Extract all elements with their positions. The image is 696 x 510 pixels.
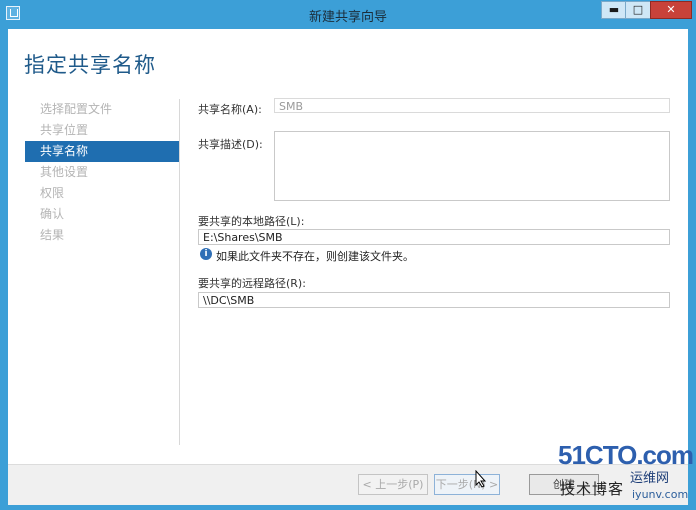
remote-path-label: 要共享的远程路径(R): <box>198 277 306 290</box>
share-description-label: 共享描述(D): <box>198 138 263 151</box>
watermark-logo: 51CTO.com <box>558 440 694 470</box>
site-watermark: 51CTO.com 运维网 技术博客 iyunv.com <box>556 440 696 506</box>
wizard-window: 新建共享向导 ▬ □ ✕ 指定共享名称 选择配置文件 共享位置 共享名称 其他设… <box>0 0 696 510</box>
page-title: 指定共享名称 <box>24 53 156 77</box>
next-button[interactable]: 下一步(N) > <box>434 474 500 495</box>
wizard-content: 指定共享名称 选择配置文件 共享位置 共享名称 其他设置 权限 确认 结果 共享… <box>8 29 688 464</box>
info-icon: i <box>200 248 212 260</box>
step-share-name[interactable]: 共享名称 <box>25 141 179 162</box>
step-results[interactable]: 结果 <box>25 225 179 246</box>
step-confirm[interactable]: 确认 <box>25 204 179 225</box>
folder-create-info: 如果此文件夹不存在，则创建该文件夹。 <box>216 250 414 263</box>
watermark-url: iyunv.com <box>632 488 689 501</box>
close-button[interactable]: ✕ <box>650 1 692 19</box>
maximize-button[interactable]: □ <box>625 1 651 19</box>
previous-button[interactable]: < 上一步(P) <box>358 474 428 495</box>
watermark-subtitle: 技术博客 <box>560 480 625 498</box>
minimize-button[interactable]: ▬ <box>601 1 627 19</box>
window-title: 新建共享向导 <box>308 10 387 25</box>
step-select-profile[interactable]: 选择配置文件 <box>25 99 179 120</box>
local-path-input[interactable]: E:\Shares\SMB <box>198 229 670 245</box>
steps-divider <box>179 99 180 445</box>
wizard-steps: 选择配置文件 共享位置 共享名称 其他设置 权限 确认 结果 <box>25 99 179 246</box>
step-other-settings[interactable]: 其他设置 <box>25 162 179 183</box>
step-permissions[interactable]: 权限 <box>25 183 179 204</box>
local-path-label: 要共享的本地路径(L): <box>198 215 305 228</box>
title-bar[interactable]: 新建共享向导 ▬ □ ✕ <box>0 0 696 28</box>
share-name-input[interactable]: SMB <box>274 98 670 113</box>
mouse-cursor-icon <box>475 470 487 488</box>
step-share-location[interactable]: 共享位置 <box>25 120 179 141</box>
share-description-textarea[interactable] <box>274 131 670 201</box>
watermark-tagline: 运维网 <box>630 471 670 486</box>
remote-path-input[interactable]: \\DC\SMB <box>198 292 670 308</box>
share-name-label: 共享名称(A): <box>198 103 262 116</box>
